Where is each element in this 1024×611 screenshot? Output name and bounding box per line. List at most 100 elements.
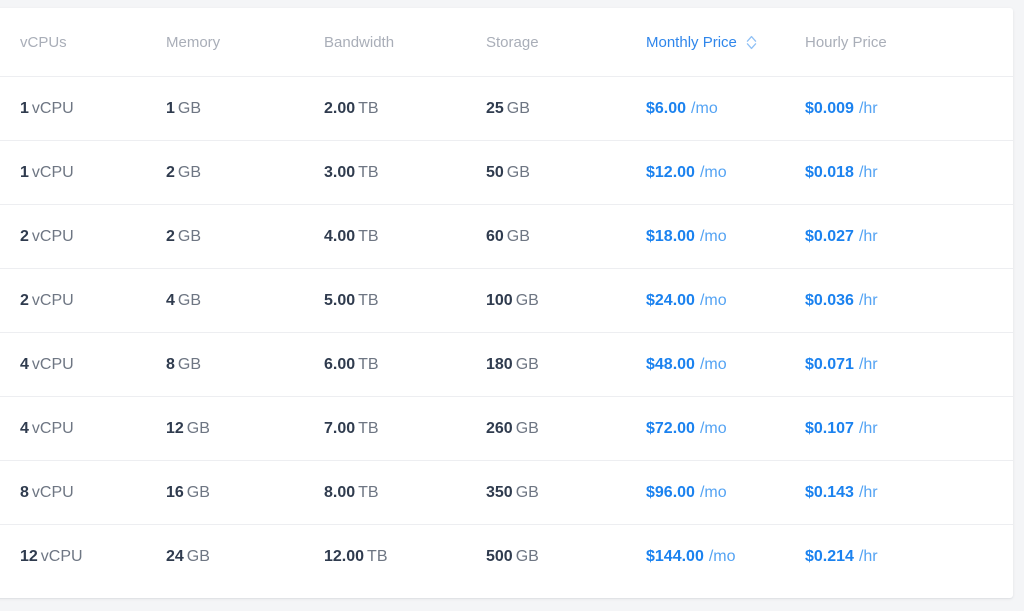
cell-unit: GB bbox=[515, 291, 539, 309]
cell-content: 6.00 TB bbox=[324, 356, 486, 374]
cell-memory: 2 GB bbox=[166, 140, 324, 205]
column-header-monthly-price[interactable]: Monthly Price bbox=[646, 8, 805, 77]
cell-content: $18.00/mo bbox=[646, 228, 805, 246]
cell-monthly-price: $18.00/mo bbox=[646, 204, 805, 269]
cell-bandwidth: 4.00 TB bbox=[324, 204, 486, 269]
cell-content: 2.00 TB bbox=[324, 100, 486, 118]
cell-content: 7.00 TB bbox=[324, 420, 486, 438]
column-header-hourly-price[interactable]: Hourly Price bbox=[805, 8, 1013, 77]
cell-unit: /hr bbox=[858, 547, 878, 565]
cell-bandwidth: 8.00 TB bbox=[324, 460, 486, 525]
cell-value: 50 bbox=[486, 163, 504, 181]
cell-unit: vCPU bbox=[31, 419, 74, 437]
cell-unit: GB bbox=[506, 99, 530, 117]
cell-memory: 8 GB bbox=[166, 332, 324, 397]
table-row[interactable]: 4 vCPU 12 GB 7.00 TB 260 GB $72.00/mo $0.107/hr bbox=[0, 396, 1013, 461]
cell-content: 8.00 TB bbox=[324, 484, 486, 502]
table-body: 1 vCPU 1 GB 2.00 TB 25 GB $6.00/mo $0.009/hr 1 vCPU… bbox=[0, 76, 1013, 588]
cell-unit: /hr bbox=[858, 163, 878, 181]
cell-vcpus: 8 vCPU bbox=[0, 460, 166, 525]
cell-content: 2 GB bbox=[166, 164, 324, 182]
cell-hourly-price: $0.018/hr bbox=[805, 140, 1013, 205]
cell-bandwidth: 5.00 TB bbox=[324, 268, 486, 333]
cell-content: 3.00 TB bbox=[324, 164, 486, 182]
table-row[interactable]: 2 vCPU 4 GB 5.00 TB 100 GB $24.00/mo $0.036/hr bbox=[0, 268, 1013, 333]
cell-value: $0.214 bbox=[805, 547, 854, 565]
cell-content: 16 GB bbox=[166, 484, 324, 502]
cell-value: 350 bbox=[486, 483, 513, 501]
cell-vcpus: 1 vCPU bbox=[0, 140, 166, 205]
cell-value: 4.00 bbox=[324, 227, 356, 245]
table-row[interactable]: 8 vCPU 16 GB 8.00 TB 350 GB $96.00/mo $0.143/hr bbox=[0, 460, 1013, 525]
cell-content: 4 GB bbox=[166, 292, 324, 310]
cell-unit: GB bbox=[515, 355, 539, 373]
table-row[interactable]: 2 vCPU 2 GB 4.00 TB 60 GB $18.00/mo $0.027/hr bbox=[0, 204, 1013, 269]
cell-unit: GB bbox=[506, 227, 530, 245]
cell-storage: 60 GB bbox=[486, 204, 646, 269]
column-header-memory[interactable]: Memory bbox=[166, 8, 324, 77]
sort-updown-icon[interactable] bbox=[746, 35, 757, 50]
cell-value: 6.00 bbox=[324, 355, 356, 373]
cell-value: $6.00 bbox=[646, 99, 687, 117]
cell-storage: 100 GB bbox=[486, 268, 646, 333]
cell-content: 1 vCPU bbox=[0, 100, 166, 118]
column-header-vcpus[interactable]: vCPUs bbox=[0, 8, 166, 77]
table-row[interactable]: 1 vCPU 1 GB 2.00 TB 25 GB $6.00/mo $0.009/hr bbox=[0, 76, 1013, 141]
cell-value: 4 bbox=[166, 291, 175, 309]
cell-value: 8.00 bbox=[324, 483, 356, 501]
cell-value: $12.00 bbox=[646, 163, 695, 181]
cell-content: $0.027/hr bbox=[805, 228, 1013, 246]
cell-unit: GB bbox=[515, 547, 539, 565]
cell-content: 1 GB bbox=[166, 100, 324, 118]
cell-content: $0.071/hr bbox=[805, 356, 1013, 374]
cell-value: 24 bbox=[166, 547, 184, 565]
cell-bandwidth: 3.00 TB bbox=[324, 140, 486, 205]
cell-unit: GB bbox=[186, 547, 210, 565]
cell-unit: /mo bbox=[699, 483, 727, 501]
cell-content: $144.00/mo bbox=[646, 548, 805, 566]
cell-content: 500 GB bbox=[486, 548, 646, 566]
column-header-label: Hourly Price bbox=[805, 33, 887, 51]
cell-content: $12.00/mo bbox=[646, 164, 805, 182]
column-header-storage[interactable]: Storage bbox=[486, 8, 646, 77]
cell-memory: 16 GB bbox=[166, 460, 324, 525]
table-row[interactable]: 12 vCPU 24 GB 12.00 TB 500 GB $144.00/mo $0.214/h… bbox=[0, 524, 1013, 588]
cell-content: 60 GB bbox=[486, 228, 646, 246]
cell-value: 16 bbox=[166, 483, 184, 501]
cell-value: $0.107 bbox=[805, 419, 854, 437]
cell-unit: GB bbox=[515, 419, 539, 437]
cell-value: 2 bbox=[20, 291, 29, 309]
cell-vcpus: 4 vCPU bbox=[0, 332, 166, 397]
cell-monthly-price: $24.00/mo bbox=[646, 268, 805, 333]
cell-value: $0.071 bbox=[805, 355, 854, 373]
table-row[interactable]: 1 vCPU 2 GB 3.00 TB 50 GB $12.00/mo $0.018/hr bbox=[0, 140, 1013, 205]
cell-value: 100 bbox=[486, 291, 513, 309]
cell-value: $24.00 bbox=[646, 291, 695, 309]
cell-content: 25 GB bbox=[486, 100, 646, 118]
cell-storage: 25 GB bbox=[486, 76, 646, 141]
cell-hourly-price: $0.036/hr bbox=[805, 268, 1013, 333]
cell-value: 2 bbox=[166, 227, 175, 245]
header-row: vCPUs Memory Bandwidth Storage Monthly P… bbox=[0, 8, 1013, 77]
cell-content: 24 GB bbox=[166, 548, 324, 566]
cell-content: 50 GB bbox=[486, 164, 646, 182]
cell-content: 12.00 TB bbox=[324, 548, 486, 566]
table-row[interactable]: 4 vCPU 8 GB 6.00 TB 180 GB $48.00/mo $0.071/hr bbox=[0, 332, 1013, 397]
cell-storage: 50 GB bbox=[486, 140, 646, 205]
cell-unit: /hr bbox=[858, 291, 878, 309]
cell-value: 260 bbox=[486, 419, 513, 437]
cell-storage: 260 GB bbox=[486, 396, 646, 461]
cell-vcpus: 1 vCPU bbox=[0, 76, 166, 141]
column-header-label: Bandwidth bbox=[324, 33, 395, 51]
cell-unit: GB bbox=[506, 163, 530, 181]
cell-hourly-price: $0.107/hr bbox=[805, 396, 1013, 461]
cell-memory: 2 GB bbox=[166, 204, 324, 269]
cell-monthly-price: $48.00/mo bbox=[646, 332, 805, 397]
cell-content: $6.00/mo bbox=[646, 100, 805, 118]
cell-value: 12 bbox=[166, 419, 184, 437]
cell-value: $0.018 bbox=[805, 163, 854, 181]
cell-bandwidth: 7.00 TB bbox=[324, 396, 486, 461]
cell-value: $18.00 bbox=[646, 227, 695, 245]
column-header-label: Storage bbox=[486, 33, 539, 51]
column-header-bandwidth[interactable]: Bandwidth bbox=[324, 8, 486, 77]
